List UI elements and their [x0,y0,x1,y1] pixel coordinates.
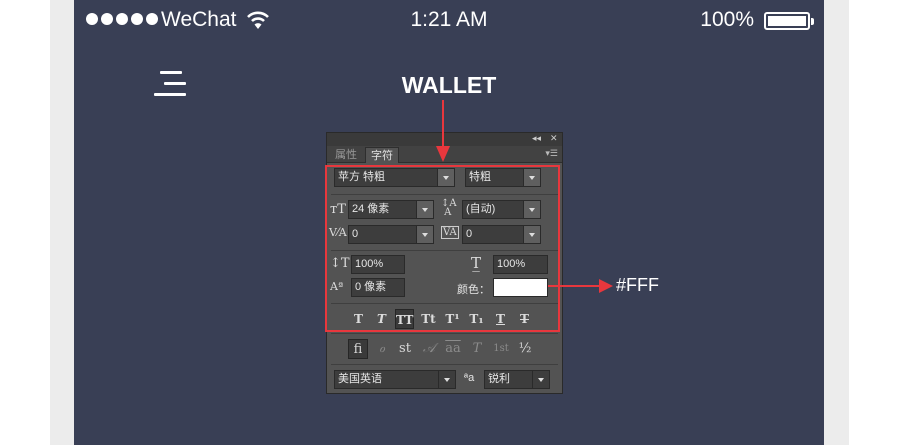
left-gutter-strip [50,0,74,445]
annotation-arrows [436,100,613,293]
left-gutter [0,0,74,445]
right-gutter-strip [824,0,849,445]
phone-screen: WeChat 1:21 AM 100% WALLET ◂◂ ✕ 属性 字符 ▾☰… [74,0,824,445]
color-annotation: #FFF [616,275,659,295]
arrow-head-color [599,279,613,293]
arrow-head-title [436,146,450,162]
right-gutter [824,0,900,445]
